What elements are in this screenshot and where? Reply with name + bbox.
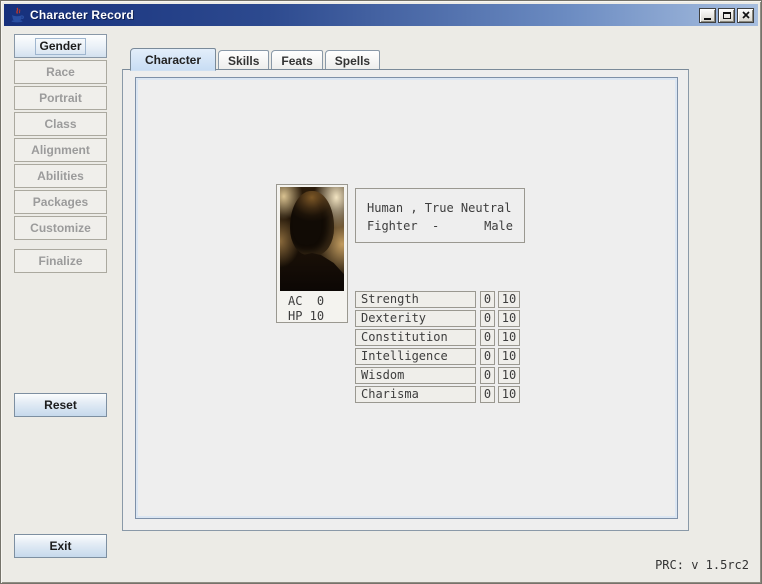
exit-button[interactable]: Exit xyxy=(14,534,107,558)
maximize-icon xyxy=(723,12,731,19)
prc-version-label: PRC: v 1.5rc2 xyxy=(655,558,749,572)
window-title: Character Record xyxy=(30,8,134,22)
minimize-icon xyxy=(704,13,711,20)
male-human-portrait xyxy=(280,187,344,291)
ac-label: AC xyxy=(288,294,302,309)
window-controls xyxy=(697,8,754,23)
ability-name: Charisma xyxy=(355,386,476,403)
reset-button[interactable]: Reset xyxy=(14,393,107,417)
character-summary-panel: AC 0 HP 10 Human , True Neutral Fighter … xyxy=(135,77,678,519)
ability-row-intelligence: Intelligence 0 10 xyxy=(355,348,520,365)
sidebar-button-portrait: Portrait xyxy=(14,86,107,110)
ability-name: Strength xyxy=(355,291,476,308)
sidebar-button-abilities: Abilities xyxy=(14,164,107,188)
main-tabbed-pane: Character Skills Feats Spells AC 0 xyxy=(122,47,689,532)
race-alignment-line: Human , True Neutral xyxy=(367,199,513,217)
ability-modifier: 0 xyxy=(480,367,495,384)
close-icon xyxy=(742,11,750,19)
sidebar-button-finalize: Finalize xyxy=(14,249,107,273)
minimize-button[interactable] xyxy=(699,8,716,23)
hp-label: HP xyxy=(288,309,302,324)
portrait-head-shape xyxy=(290,191,334,255)
ac-row: AC 0 xyxy=(288,294,347,309)
tab-strip: Character Skills Feats Spells xyxy=(130,47,380,70)
character-summary-box: Human , True Neutral Fighter - Male xyxy=(355,188,525,243)
java-coffee-cup-icon xyxy=(9,7,25,23)
hp-row: HP 10 xyxy=(288,309,347,324)
ability-row-strength: Strength 0 10 xyxy=(355,291,520,308)
ability-score: 10 xyxy=(498,291,520,308)
combat-stats: AC 0 HP 10 xyxy=(277,294,347,324)
ability-name: Dexterity xyxy=(355,310,476,327)
class-text: Fighter - xyxy=(367,217,439,235)
ability-score: 10 xyxy=(498,386,520,403)
ability-modifier: 0 xyxy=(480,386,495,403)
ability-modifier: 0 xyxy=(480,329,495,346)
gender-button-label: Gender xyxy=(35,38,85,55)
sidebar-button-class: Class xyxy=(14,112,107,136)
sidebar-button-customize: Customize xyxy=(14,216,107,240)
tab-spells[interactable]: Spells xyxy=(325,50,380,70)
class-gender-line: Fighter - Male xyxy=(367,217,513,235)
portrait-shoulders-shape xyxy=(280,251,344,291)
tab-feats[interactable]: Feats xyxy=(271,50,322,70)
tab-skills[interactable]: Skills xyxy=(218,50,269,70)
character-tab-content: AC 0 HP 10 Human , True Neutral Fighter … xyxy=(122,69,689,531)
ability-name: Constitution xyxy=(355,329,476,346)
tab-character[interactable]: Character xyxy=(130,48,216,71)
ability-row-dexterity: Dexterity 0 10 xyxy=(355,310,520,327)
sidebar-button-gender[interactable]: Gender xyxy=(14,34,107,58)
ability-name: Intelligence xyxy=(355,348,476,365)
sidebar-button-race: Race xyxy=(14,60,107,84)
gender-text: Male xyxy=(484,217,513,235)
ability-score: 10 xyxy=(498,310,520,327)
ability-name: Wisdom xyxy=(355,367,476,384)
abilities-table: Strength 0 10 Dexterity 0 10 Constitutio… xyxy=(355,291,520,405)
maximize-button[interactable] xyxy=(718,8,735,23)
ability-row-constitution: Constitution 0 10 xyxy=(355,329,520,346)
ability-modifier: 0 xyxy=(480,291,495,308)
ability-row-charisma: Charisma 0 10 xyxy=(355,386,520,403)
close-button[interactable] xyxy=(737,8,754,23)
ability-score: 10 xyxy=(498,329,520,346)
sidebar-button-alignment: Alignment xyxy=(14,138,107,162)
hp-value: 10 xyxy=(310,309,324,324)
titlebar[interactable]: Character Record xyxy=(4,4,758,26)
ability-score: 10 xyxy=(498,367,520,384)
ability-modifier: 0 xyxy=(480,348,495,365)
ability-score: 10 xyxy=(498,348,520,365)
ability-modifier: 0 xyxy=(480,310,495,327)
portrait-box: AC 0 HP 10 xyxy=(276,184,348,323)
character-record-window: Character Record Gender Race Portrait Cl… xyxy=(0,0,762,584)
ac-value: 0 xyxy=(310,294,324,309)
sidebar-button-packages: Packages xyxy=(14,190,107,214)
ability-row-wisdom: Wisdom 0 10 xyxy=(355,367,520,384)
